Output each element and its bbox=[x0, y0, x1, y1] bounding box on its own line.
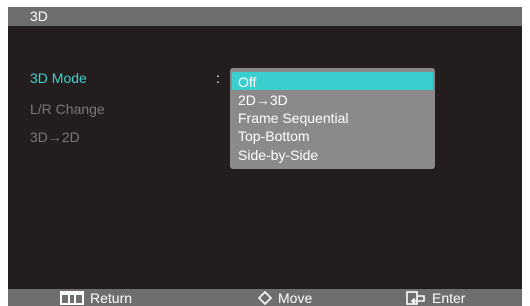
title-bar: 3D bbox=[8, 7, 522, 26]
option-label: Top-Bottom bbox=[238, 128, 310, 144]
menu-item-label: L/R Change bbox=[30, 101, 105, 117]
menu-item-label: 3D→2D bbox=[30, 129, 80, 145]
move-label: Move bbox=[278, 289, 313, 306]
mode-dropdown[interactable]: Off 2D→3D Frame Sequential Top-Bottom Si… bbox=[230, 68, 435, 169]
return-label: Return bbox=[90, 289, 133, 306]
diamond-move-icon bbox=[258, 290, 278, 305]
dropdown-option-off[interactable]: Off bbox=[232, 72, 433, 90]
dropdown-option-side-by-side[interactable]: Side-by-Side bbox=[230, 145, 435, 163]
enter-hint[interactable]: Enter bbox=[406, 289, 465, 306]
menu-item-label: 3D Mode bbox=[30, 70, 87, 86]
option-label: Side-by-Side bbox=[238, 147, 319, 163]
menu-item-lr-change[interactable]: L/R Change bbox=[30, 101, 105, 118]
dropdown-option-top-bottom[interactable]: Top-Bottom bbox=[230, 126, 435, 144]
dropdown-option-frame-sequential[interactable]: Frame Sequential bbox=[230, 108, 435, 126]
dropdown-option-2d-to-3d[interactable]: 2D→3D bbox=[230, 90, 435, 108]
option-label: Frame Sequential bbox=[238, 110, 349, 126]
menu-item-3d-mode[interactable]: 3D Mode bbox=[30, 70, 87, 87]
option-label: 2D→3D bbox=[238, 92, 288, 108]
move-hint[interactable]: Move bbox=[258, 289, 312, 306]
option-label: Off bbox=[238, 74, 257, 90]
return-hint[interactable]: Return bbox=[60, 289, 132, 306]
enter-icon bbox=[406, 290, 432, 305]
window-title: 3D bbox=[30, 8, 48, 24]
osd-window: 3D 3D Mode L/R Change 3D→2D : Off 2D→3D … bbox=[8, 7, 522, 306]
value-separator: : bbox=[216, 70, 220, 86]
enter-label: Enter bbox=[432, 289, 466, 306]
menu-item-3d-to-2d[interactable]: 3D→2D bbox=[30, 129, 80, 146]
menu-bars-icon bbox=[60, 290, 90, 305]
bottom-hint-bar: Return Move Enter bbox=[8, 289, 522, 306]
